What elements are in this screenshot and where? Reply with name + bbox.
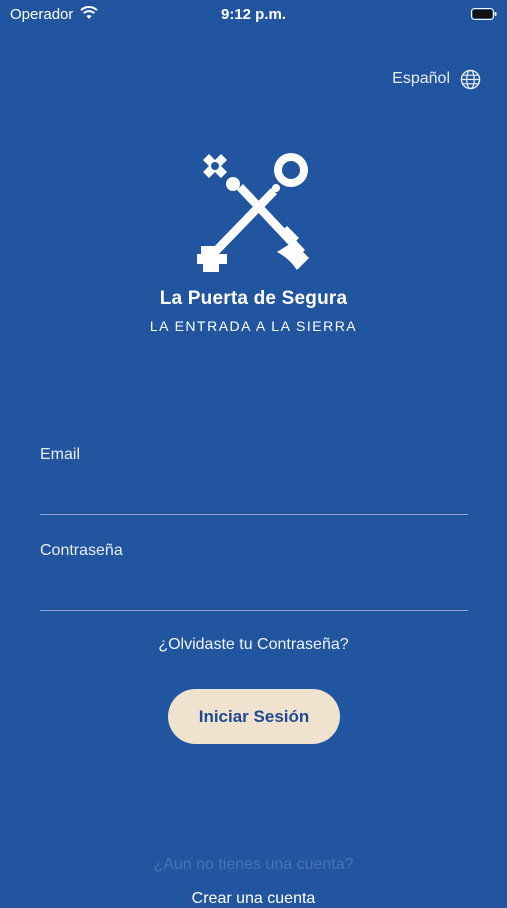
crossed-keys-logo	[197, 153, 309, 272]
battery-icon	[471, 8, 497, 20]
status-time: 9:12 p.m.	[220, 6, 287, 23]
email-field[interactable]	[40, 484, 468, 515]
no-account-text: ¿Aun no tienes una cuenta?	[153, 856, 354, 873]
password-field[interactable]	[40, 580, 468, 611]
login-button[interactable]: Iniciar Sesión	[168, 689, 340, 744]
language-selector[interactable]: Español	[392, 68, 481, 90]
create-account-link[interactable]: Crear una cuenta	[0, 890, 507, 908]
brand-subtitle: LA ENTRADA A LA SIERRA	[149, 318, 358, 334]
password-label: Contraseña	[40, 542, 123, 559]
brand-title: La Puerta de Segura	[159, 288, 348, 309]
globe-icon	[460, 69, 481, 89]
language-label: Español	[392, 70, 450, 87]
status-bar: Operador 9:12 p.m.	[0, 0, 507, 28]
email-label: Email	[40, 446, 81, 463]
forgot-password-link[interactable]: ¿Olvidaste tu Contraseña?	[0, 636, 507, 654]
